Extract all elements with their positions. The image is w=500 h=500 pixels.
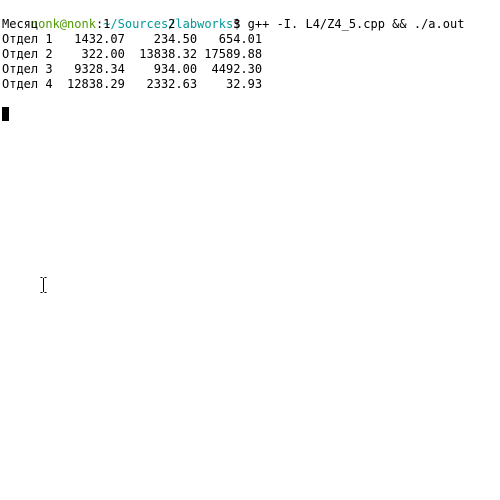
block-cursor-icon	[2, 107, 9, 121]
output-header-line: Месяц 1 2 3	[2, 17, 241, 31]
output-line: Отдел 1 1432.07 234.50 654.01	[2, 32, 263, 46]
output-line: Отдел 4 12838.29 2332.63 32.93	[2, 77, 263, 91]
text-ibeam-cursor-icon	[40, 277, 47, 293]
command-text: g++ -I. L4/Z4_5.cpp && ./a.out	[240, 17, 465, 31]
prompt-line: nonk@nonk:~/Sources/labworks$ g++ -I. L4…	[2, 2, 465, 31]
terminal-window[interactable]: nonk@nonk:~/Sources/labworks$ g++ -I. L4…	[0, 0, 500, 500]
output-line: Отдел 2 322.00 13838.32 17589.88	[2, 47, 263, 61]
output-line: Отдел 3 9328.34 934.00 4492.30	[2, 62, 263, 76]
